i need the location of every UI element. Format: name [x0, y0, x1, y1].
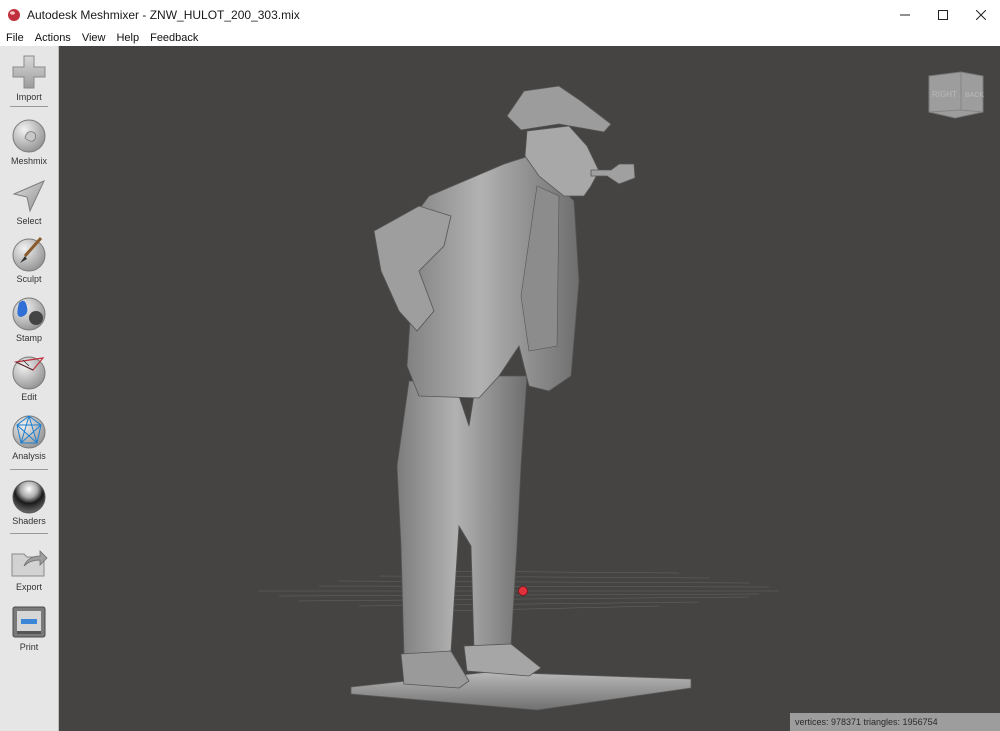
export-button[interactable]: Export	[0, 544, 58, 592]
scene	[259, 85, 779, 711]
model-hat	[506, 85, 612, 133]
view-cube[interactable]: RIGHT BACK	[925, 70, 985, 122]
chrome-sphere-icon	[12, 480, 46, 514]
close-icon	[976, 10, 986, 20]
window-title: Autodesk Meshmixer - ZNW_HULOT_200_303.m…	[27, 8, 300, 22]
model-shoe-right	[463, 643, 542, 677]
tool-label-select: Select	[16, 216, 42, 226]
tool-label-import: Import	[16, 92, 42, 102]
edit-sphere-icon	[12, 356, 46, 390]
export-folder-icon	[11, 550, 48, 577]
analysis-button[interactable]: Analysis	[0, 413, 58, 461]
brush-sphere-icon	[12, 237, 46, 272]
toolbar-divider	[10, 533, 48, 534]
view-cube-face-right: RIGHT	[932, 90, 957, 99]
meshmixer-logo-icon	[8, 9, 20, 21]
tool-label-analysis: Analysis	[12, 451, 46, 461]
select-button[interactable]: Select	[0, 178, 58, 226]
title-bar: Autodesk Meshmixer - ZNW_HULOT_200_303.m…	[0, 0, 1000, 30]
tool-label-sculpt: Sculpt	[16, 274, 42, 284]
menu-actions[interactable]: Actions	[29, 32, 76, 44]
main-toolbar: Import Meshmix Select Sculpt Stamp Edit …	[0, 46, 59, 731]
close-button[interactable]	[962, 0, 1000, 30]
stamp-button[interactable]: Stamp	[0, 295, 58, 343]
printer-icon	[12, 606, 46, 638]
tool-label-stamp: Stamp	[15, 333, 42, 343]
menu-file[interactable]: File	[0, 32, 29, 44]
minimize-button[interactable]	[886, 0, 924, 30]
window-controls	[886, 0, 1000, 30]
pivot-point[interactable]	[518, 586, 528, 596]
shaders-button[interactable]: Shaders	[0, 478, 58, 526]
import-button[interactable]: Import	[0, 54, 58, 102]
print-button[interactable]: Print	[0, 604, 58, 652]
bunny-sphere-icon	[12, 119, 46, 153]
wireframe-sphere-icon	[12, 415, 46, 449]
menu-bar: File Actions View Help Feedback	[0, 30, 1000, 46]
tool-label-shaders: Shaders	[12, 516, 46, 526]
model-shoe-left	[400, 650, 470, 689]
meshmix-button[interactable]: Meshmix	[0, 118, 58, 166]
edit-button[interactable]: Edit	[0, 354, 58, 402]
tool-label-edit: Edit	[21, 392, 37, 402]
arrow-cursor-icon	[12, 180, 46, 213]
toolbar-divider	[10, 106, 48, 107]
stamp-icon	[12, 297, 46, 331]
menu-view[interactable]: View	[76, 32, 111, 44]
3d-viewport[interactable]: RIGHT BACK vertices: 978371 triangles: 1…	[59, 46, 1000, 731]
model-pipe	[590, 163, 636, 185]
tool-label-print: Print	[19, 642, 39, 652]
model-base-plate	[350, 671, 692, 711]
maximize-button[interactable]	[924, 0, 962, 30]
menu-help[interactable]: Help	[110, 32, 144, 44]
menu-feedback[interactable]: Feedback	[144, 32, 203, 44]
minimize-icon	[900, 14, 910, 16]
model-legs	[396, 375, 528, 657]
view-cube-face-back: BACK	[965, 92, 984, 99]
sculpt-button[interactable]: Sculpt	[0, 236, 58, 284]
tool-label-export: Export	[15, 582, 42, 592]
tool-label-meshmix: Meshmix	[10, 156, 47, 166]
maximize-icon	[938, 10, 948, 20]
plus-icon	[12, 55, 46, 89]
toolbar-divider	[10, 469, 48, 470]
mesh-stats: vertices: 978371 triangles: 1956754	[790, 713, 1000, 731]
